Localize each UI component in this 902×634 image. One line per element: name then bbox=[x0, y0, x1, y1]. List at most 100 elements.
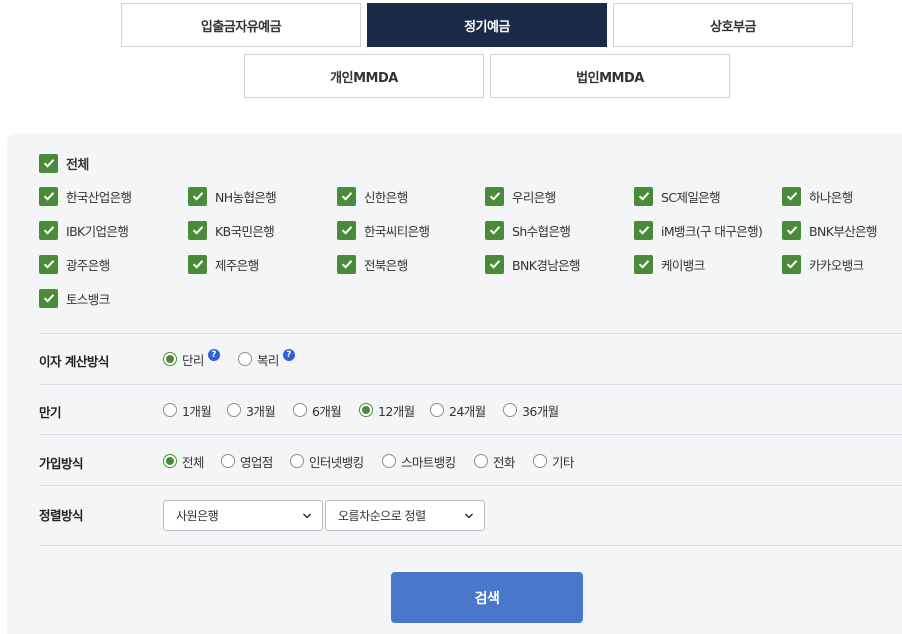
checkbox-bank[interactable]: iM뱅크(구 대구은행) bbox=[634, 220, 763, 240]
check-icon bbox=[485, 186, 504, 206]
checkbox-label: KB국민은행 bbox=[215, 223, 275, 239]
sort-bank-select[interactable]: 사원은행 bbox=[163, 500, 323, 531]
checkbox-label: BNK경남은행 bbox=[512, 257, 581, 273]
radio-term-24[interactable]: 24개월 bbox=[430, 401, 486, 419]
search-button[interactable]: 검색 bbox=[391, 572, 583, 623]
radio-label: 1개월 bbox=[182, 403, 212, 419]
radio-circle bbox=[503, 403, 517, 417]
checkbox-label: 우리은행 bbox=[512, 189, 556, 205]
radio-label: 36개월 bbox=[522, 403, 559, 419]
radio-join-branch[interactable]: 영업점 bbox=[221, 452, 273, 470]
checkbox-bank[interactable]: 광주은행 bbox=[39, 254, 110, 274]
divider bbox=[39, 384, 902, 385]
checkbox-bank[interactable]: 제주은행 bbox=[188, 254, 259, 274]
radio-term-6[interactable]: 6개월 bbox=[293, 401, 342, 419]
check-icon bbox=[39, 220, 58, 240]
checkbox-bank[interactable]: 한국씨티은행 bbox=[337, 220, 430, 240]
radio-term-1[interactable]: 1개월 bbox=[163, 401, 212, 419]
check-icon bbox=[782, 186, 801, 206]
checkbox-all-banks[interactable]: 전체 bbox=[39, 153, 89, 173]
checkbox-bank[interactable]: KB국민은행 bbox=[188, 220, 275, 240]
checkbox-bank[interactable]: 신한은행 bbox=[337, 186, 408, 206]
tab-installment[interactable]: 상호부금 bbox=[613, 3, 853, 47]
radio-label: 인터넷뱅킹 bbox=[309, 454, 364, 470]
checkbox-bank[interactable]: 한국산업은행 bbox=[39, 186, 132, 206]
check-icon bbox=[485, 220, 504, 240]
radio-circle bbox=[430, 403, 444, 417]
sort-order-select[interactable]: 오름차순으로 정렬 bbox=[325, 500, 485, 531]
checkbox-label: 카카오뱅크 bbox=[809, 257, 864, 273]
check-icon bbox=[337, 186, 356, 206]
checkbox-bank[interactable]: BNK부산은행 bbox=[782, 220, 878, 240]
checkbox-label: IBK기업은행 bbox=[66, 223, 129, 239]
checkbox-bank[interactable]: NH농협은행 bbox=[188, 186, 277, 206]
checkbox-bank[interactable]: IBK기업은행 bbox=[39, 220, 129, 240]
help-icon[interactable]: ? bbox=[282, 349, 295, 361]
radio-label: 전화 bbox=[493, 454, 515, 470]
radio-compound-interest[interactable]: 복리 ? bbox=[238, 349, 295, 368]
select-value: 오름차순으로 정렬 bbox=[338, 509, 426, 523]
checkbox-bank[interactable]: 토스뱅크 bbox=[39, 288, 110, 308]
radio-join-phone[interactable]: 전화 bbox=[474, 452, 515, 470]
checkbox-bank[interactable]: 하나은행 bbox=[782, 186, 853, 206]
checkbox-label: BNK부산은행 bbox=[809, 223, 878, 239]
checkbox-label: 하나은행 bbox=[809, 189, 853, 205]
checkbox-label: 신한은행 bbox=[364, 189, 408, 205]
radio-term-36[interactable]: 36개월 bbox=[503, 401, 559, 419]
sort-method-label: 정렬방식 bbox=[39, 508, 84, 523]
checkbox-label: 전체 bbox=[66, 157, 89, 173]
check-icon bbox=[782, 254, 801, 274]
check-icon bbox=[39, 153, 58, 173]
checkbox-bank[interactable]: BNK경남은행 bbox=[485, 254, 581, 274]
radio-circle bbox=[293, 403, 307, 417]
radio-simple-interest[interactable]: 단리 ? bbox=[163, 349, 220, 368]
radio-circle bbox=[474, 454, 488, 468]
help-icon[interactable]: ? bbox=[207, 349, 220, 361]
checkbox-label: 케이뱅크 bbox=[661, 257, 705, 273]
check-icon bbox=[39, 254, 58, 274]
radio-circle bbox=[290, 454, 304, 468]
radio-circle bbox=[359, 403, 373, 417]
divider bbox=[39, 434, 902, 435]
checkbox-label: 광주은행 bbox=[66, 257, 110, 273]
radio-label: 24개월 bbox=[449, 403, 486, 419]
chevron-down-icon bbox=[302, 512, 312, 519]
radio-join-internet[interactable]: 인터넷뱅킹 bbox=[290, 452, 364, 470]
radio-circle bbox=[163, 454, 177, 468]
check-icon bbox=[188, 186, 207, 206]
checkbox-label: NH농협은행 bbox=[215, 189, 277, 205]
radio-circle bbox=[163, 403, 177, 417]
radio-join-other[interactable]: 기타 bbox=[533, 452, 574, 470]
checkbox-bank[interactable]: 우리은행 bbox=[485, 186, 556, 206]
checkbox-bank[interactable]: SC제일은행 bbox=[634, 186, 721, 206]
radio-circle bbox=[533, 454, 547, 468]
radio-label: 전체 bbox=[182, 454, 204, 470]
radio-term-12[interactable]: 12개월 bbox=[359, 401, 415, 419]
radio-join-smart[interactable]: 스마트뱅킹 bbox=[382, 452, 456, 470]
chevron-down-icon bbox=[464, 512, 474, 519]
checkbox-bank[interactable]: 카카오뱅크 bbox=[782, 254, 864, 274]
interest-method-label: 이자 계산방식 bbox=[39, 354, 109, 369]
check-icon bbox=[634, 186, 653, 206]
check-icon bbox=[634, 254, 653, 274]
radio-label: 3개월 bbox=[246, 403, 276, 419]
tab-corporate-mmda[interactable]: 법인MMDA bbox=[490, 54, 730, 98]
radio-label: 6개월 bbox=[312, 403, 342, 419]
checkbox-label: 한국씨티은행 bbox=[364, 223, 430, 239]
tab-fixed-deposit[interactable]: 정기예금 bbox=[367, 3, 607, 47]
radio-join-all[interactable]: 전체 bbox=[163, 452, 204, 470]
checkbox-label: iM뱅크(구 대구은행) bbox=[661, 223, 763, 239]
checkbox-bank[interactable]: 전북은행 bbox=[337, 254, 408, 274]
radio-label: 기타 bbox=[552, 454, 574, 470]
tab-deposit-savings[interactable]: 입출금자유예금 bbox=[121, 3, 361, 47]
tab-personal-mmda[interactable]: 개인MMDA bbox=[244, 54, 484, 98]
checkbox-bank[interactable]: 케이뱅크 bbox=[634, 254, 705, 274]
check-icon bbox=[337, 254, 356, 274]
checkbox-bank[interactable]: Sh수협은행 bbox=[485, 220, 571, 240]
radio-term-3[interactable]: 3개월 bbox=[227, 401, 276, 419]
checkbox-label: SC제일은행 bbox=[661, 189, 721, 205]
checkbox-label: 한국산업은행 bbox=[66, 189, 132, 205]
radio-circle bbox=[221, 454, 235, 468]
divider bbox=[39, 333, 902, 334]
check-icon bbox=[337, 220, 356, 240]
